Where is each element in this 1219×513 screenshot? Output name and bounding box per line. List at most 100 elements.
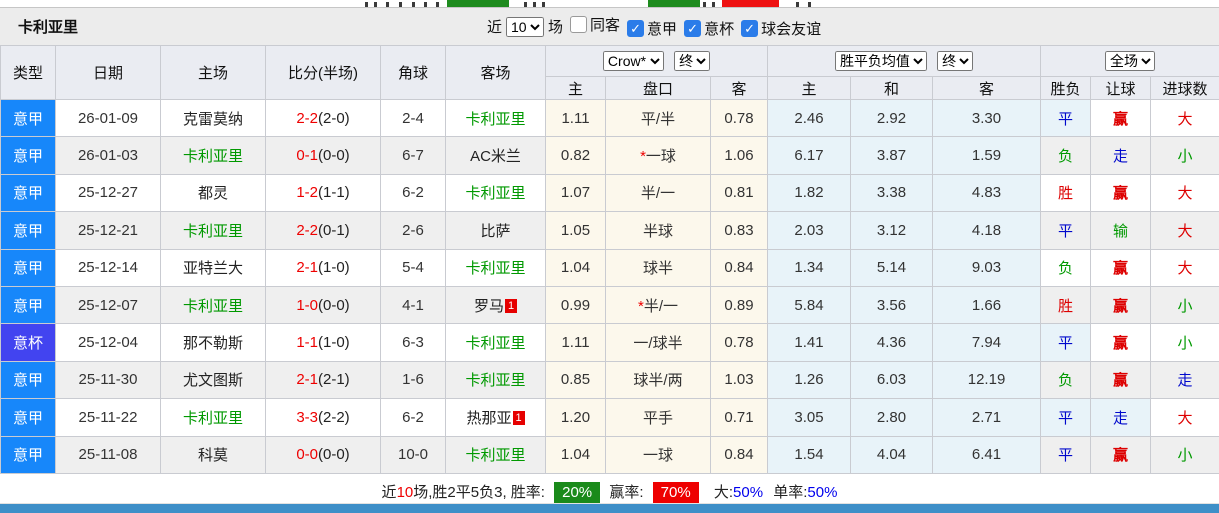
goals-result: 大 xyxy=(1150,248,1219,287)
eu-away-odds: 7.94 xyxy=(932,323,1042,362)
handicap-result: 赢 xyxy=(1090,323,1152,362)
ah-home-odds: 0.99 xyxy=(545,285,606,325)
ah-line: 一/球半 xyxy=(605,323,711,362)
home-team-link[interactable]: 卡利亚里 xyxy=(160,398,266,437)
league-type-badge[interactable]: 意甲 xyxy=(0,98,56,138)
eu-away-odds: 2.71 xyxy=(932,398,1042,437)
ah-line: *半/一 xyxy=(605,285,711,325)
ah-home-odds: 1.11 xyxy=(545,98,606,138)
eu-home-odds: 5.84 xyxy=(767,285,852,325)
away-team-link[interactable]: 卡利亚里 xyxy=(445,435,546,474)
checkbox-checked-icon[interactable]: ✓ xyxy=(627,20,645,37)
bottom-accent-bar xyxy=(0,504,1219,513)
asian-handicap-controls: Crow* 终 xyxy=(544,45,769,77)
league-type-badge[interactable]: 意甲 xyxy=(0,398,56,437)
europe-time-select[interactable]: 终 xyxy=(937,51,974,71)
home-team-link[interactable]: 尤文图斯 xyxy=(160,360,266,400)
eu-home-odds: 1.82 xyxy=(767,173,852,213)
eu-home-odds: 6.17 xyxy=(767,136,852,175)
checkbox-unchecked-icon[interactable] xyxy=(570,16,588,33)
goals-result: 大 xyxy=(1150,398,1219,437)
away-team-link[interactable]: 卡利亚里 xyxy=(445,98,546,138)
ah-home-odds: 1.11 xyxy=(545,323,606,362)
home-team-link[interactable]: 卡利亚里 xyxy=(160,136,266,175)
away-team-link[interactable]: 卡利亚里 xyxy=(445,360,546,400)
handicap-result: 输 xyxy=(1090,211,1152,250)
match-date: 25-12-04 xyxy=(55,323,161,362)
league-type-badge[interactable]: 意甲 xyxy=(0,248,56,287)
match-score: 0-0(0-0) xyxy=(265,435,381,474)
league-type-badge[interactable]: 意杯 xyxy=(0,323,56,362)
home-team-link[interactable]: 卡利亚里 xyxy=(160,285,266,325)
bookmaker-select[interactable]: Crow* xyxy=(602,51,664,71)
ah-home-odds: 1.05 xyxy=(545,211,606,250)
corner-count: 2-4 xyxy=(380,98,446,138)
halftime-score: (2-0) xyxy=(318,109,350,127)
eu-home-odds: 1.34 xyxy=(767,248,852,287)
ah-away-odds: 1.06 xyxy=(709,136,769,175)
col-header-date: 日期 xyxy=(55,45,161,100)
ah-away-odds: 0.83 xyxy=(709,211,769,250)
away-team-link[interactable]: 罗马 1 xyxy=(445,285,546,325)
filter-option[interactable]: 同客 xyxy=(570,14,620,35)
eu-draw-odds: 4.36 xyxy=(850,323,934,362)
eu-away-odds: 12.19 xyxy=(932,360,1042,400)
goals-result: 小 xyxy=(1150,435,1219,474)
league-type-badge[interactable]: 意甲 xyxy=(0,435,56,474)
home-team-link[interactable]: 那不勒斯 xyxy=(160,323,266,362)
sub-header-eu-away: 客 xyxy=(932,76,1042,100)
halftime-score: (1-0) xyxy=(318,334,350,352)
europe-avg-select[interactable]: 胜平负均值 xyxy=(834,51,927,71)
handicap-result: 赢 xyxy=(1090,285,1152,325)
filter-option[interactable]: ✓ 意甲 xyxy=(627,18,677,39)
home-team-link[interactable]: 科莫 xyxy=(160,435,266,474)
home-team-link[interactable]: 卡利亚里 xyxy=(160,211,266,250)
eu-home-odds: 2.46 xyxy=(767,98,852,138)
league-type-badge[interactable]: 意甲 xyxy=(0,173,56,213)
halftime-score: (2-2) xyxy=(318,408,350,426)
scope-select[interactable]: 全场 xyxy=(1105,51,1156,71)
away-team-link[interactable]: 卡利亚里 xyxy=(445,173,546,213)
handicap-result: 赢 xyxy=(1090,173,1152,213)
home-team-link[interactable]: 都灵 xyxy=(160,173,266,213)
league-type-badge[interactable]: 意甲 xyxy=(0,360,56,400)
checkbox-checked-icon[interactable]: ✓ xyxy=(684,20,702,37)
away-team-link[interactable]: 卡利亚里 xyxy=(445,248,546,287)
ah-away-odds: 0.71 xyxy=(709,398,769,437)
checkbox-checked-icon[interactable]: ✓ xyxy=(741,20,759,37)
eu-home-odds: 1.54 xyxy=(767,435,852,474)
home-team-link[interactable]: 亚特兰大 xyxy=(160,248,266,287)
league-type-badge[interactable]: 意甲 xyxy=(0,285,56,325)
recent-count-select[interactable]: 10 xyxy=(506,16,545,37)
eu-draw-odds: 3.38 xyxy=(850,173,934,213)
home-team-link[interactable]: 克雷莫纳 xyxy=(160,98,266,138)
match-result: 平 xyxy=(1040,98,1092,138)
col-header-score: 比分(半场) xyxy=(265,45,381,100)
goals-result: 小 xyxy=(1150,323,1219,362)
sub-header-ah-line: 盘口 xyxy=(605,76,711,100)
league-type-badge[interactable]: 意甲 xyxy=(0,211,56,250)
ah-line: 半球 xyxy=(605,211,711,250)
league-type-badge[interactable]: 意甲 xyxy=(0,136,56,175)
match-date: 25-12-21 xyxy=(55,211,161,250)
away-team-link[interactable]: 热那亚 1 xyxy=(445,398,546,437)
corner-count: 2-6 xyxy=(380,211,446,250)
handicap-result: 走 xyxy=(1090,136,1152,175)
fulltime-score: 1-0 xyxy=(296,296,318,314)
ah-line: *一球 xyxy=(605,136,711,175)
filter-option[interactable]: ✓ 球会友谊 xyxy=(741,18,821,39)
match-date: 26-01-03 xyxy=(55,136,161,175)
away-team-link[interactable]: 比萨 xyxy=(445,211,546,250)
eu-draw-odds: 3.12 xyxy=(850,211,934,250)
filter-option[interactable]: ✓ 意杯 xyxy=(684,18,734,39)
goals-result: 大 xyxy=(1150,98,1219,138)
handicap-time-select[interactable]: 终 xyxy=(674,51,711,71)
away-team-link[interactable]: AC米兰 xyxy=(445,136,546,175)
ah-away-odds: 0.84 xyxy=(709,248,769,287)
away-team-link[interactable]: 卡利亚里 xyxy=(445,323,546,362)
match-date: 25-11-22 xyxy=(55,398,161,437)
ah-home-odds: 0.82 xyxy=(545,136,606,175)
table-row: 意甲 25-12-14 亚特兰大 2-1(1-0) 5-4 卡利亚里 1.04 … xyxy=(0,248,1219,287)
match-result: 平 xyxy=(1040,435,1092,474)
goals-result: 小 xyxy=(1150,136,1219,175)
